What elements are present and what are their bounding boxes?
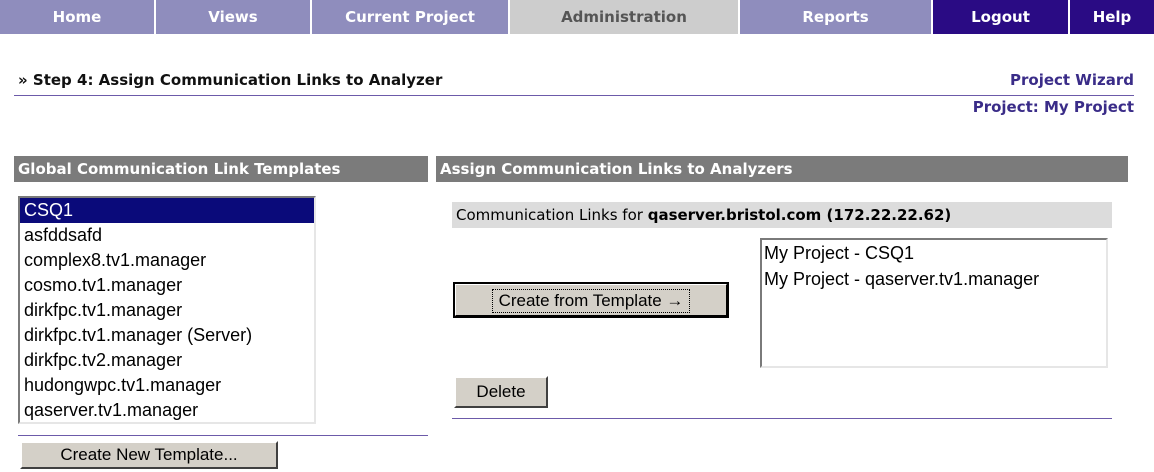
template-option[interactable]: CSQ1: [20, 198, 314, 223]
right-divider: [452, 418, 1112, 419]
title-divider: [14, 95, 1134, 96]
server-name: qaserver.bristol.com (172.22.22.62): [647, 206, 952, 224]
assigned-links-listbox[interactable]: My Project - CSQ1 My Project - qaserver.…: [760, 238, 1108, 368]
template-option[interactable]: complex8.tv1.manager: [20, 248, 314, 273]
nav-views[interactable]: Views: [156, 0, 312, 34]
template-option[interactable]: hudongwpc.tv1.manager: [20, 373, 314, 398]
assigned-link-option[interactable]: My Project - qaserver.tv1.manager: [762, 266, 1106, 292]
assigned-link-option[interactable]: My Project - CSQ1: [762, 240, 1106, 266]
top-nav: Home Views Current Project Administratio…: [0, 0, 1154, 34]
left-divider: [18, 435, 428, 436]
template-option[interactable]: asfddsafd: [20, 223, 314, 248]
nav-logout[interactable]: Logout: [933, 0, 1070, 34]
templates-listbox[interactable]: CSQ1 asfddsafd complex8.tv1.manager cosm…: [18, 196, 316, 424]
page-title: » Step 4: Assign Communication Links to …: [18, 71, 443, 89]
assign-panel-header: Assign Communication Links to Analyzers: [436, 156, 1128, 182]
template-option[interactable]: dirkfpc.tv1.manager: [20, 298, 314, 323]
template-option[interactable]: cosmo.tv1.manager: [20, 273, 314, 298]
template-option[interactable]: qaserver.tv1.manager: [20, 398, 314, 422]
create-from-template-button[interactable]: Create from Template →: [453, 282, 729, 318]
delete-button[interactable]: Delete: [454, 376, 548, 408]
create-new-template-button[interactable]: Create New Template...: [20, 441, 278, 469]
template-option[interactable]: dirkfpc.tv2.manager: [20, 348, 314, 373]
create-from-template-label: Create from Template →: [491, 289, 691, 313]
project-name: Project: My Project: [972, 98, 1134, 116]
template-option[interactable]: dirkfpc.tv1.manager (Server): [20, 323, 314, 348]
nav-home[interactable]: Home: [0, 0, 156, 34]
nav-current-project[interactable]: Current Project: [312, 0, 510, 34]
nav-reports[interactable]: Reports: [740, 0, 933, 34]
nav-administration[interactable]: Administration: [510, 0, 740, 34]
communication-links-bar: Communication Links for qaserver.bristol…: [452, 202, 1112, 228]
project-wizard-link[interactable]: Project Wizard: [1010, 71, 1134, 89]
communication-links-label: Communication Links for: [456, 206, 648, 224]
templates-panel-header: Global Communication Link Templates: [14, 156, 428, 182]
nav-help[interactable]: Help: [1070, 0, 1154, 34]
